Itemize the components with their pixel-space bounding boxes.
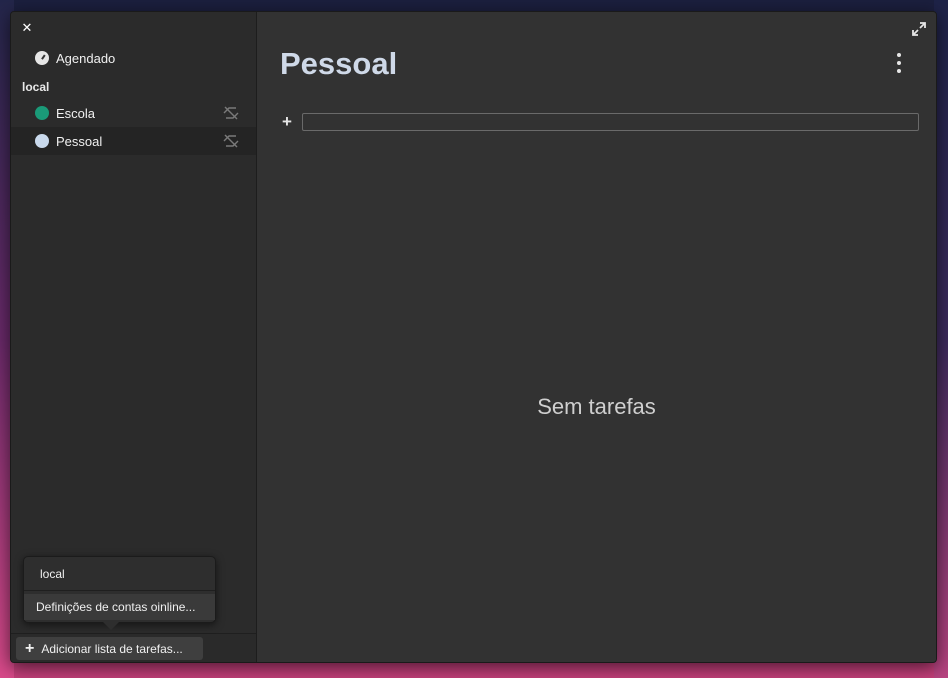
menu-icon[interactable] [893, 53, 905, 73]
add-list-popover: local Definições de contas oinline... [23, 556, 216, 623]
fullscreen-icon[interactable] [911, 21, 927, 37]
close-icon[interactable]: ✕ [19, 20, 35, 36]
add-task-icon[interactable]: + [282, 112, 292, 132]
page-title: Pessoal [280, 46, 398, 81]
sidebar-item-label: Escola [56, 106, 96, 121]
list-color-dot [35, 134, 49, 148]
tasks-window: ✕ Agendado local Escola Pessoal + Adicio… [10, 11, 937, 663]
sidebar-item-label: Pessoal [56, 134, 103, 149]
sidebar-item-label: Agendado [56, 51, 116, 66]
sidebar-footer: + Adicionar lista de tarefas... [11, 633, 256, 662]
clock-icon [35, 51, 49, 65]
add-task-list-label: Adicionar lista de tarefas... [41, 641, 183, 656]
popover-item-local[interactable]: local [40, 567, 65, 581]
add-task-list-button[interactable]: + Adicionar lista de tarefas... [16, 637, 203, 660]
sidebar-item-escola[interactable]: Escola [11, 99, 256, 127]
popover-arrow [103, 622, 119, 630]
sidebar-item-pessoal[interactable]: Pessoal [11, 127, 256, 155]
new-task-input[interactable] [302, 113, 919, 131]
list-color-dot [35, 106, 49, 120]
sync-disabled-icon[interactable] [222, 133, 240, 149]
plus-icon: + [25, 639, 35, 657]
sidebar-section-header: local [22, 80, 50, 94]
main-content: Pessoal + Sem tarefas [257, 12, 936, 662]
popover-item-online-accounts[interactable]: Definições de contas oinline... [24, 594, 215, 620]
popover-separator [24, 590, 215, 591]
empty-state-label: Sem tarefas [537, 394, 656, 419]
sidebar-item-scheduled[interactable]: Agendado [11, 44, 256, 72]
sync-disabled-icon[interactable] [222, 105, 240, 121]
